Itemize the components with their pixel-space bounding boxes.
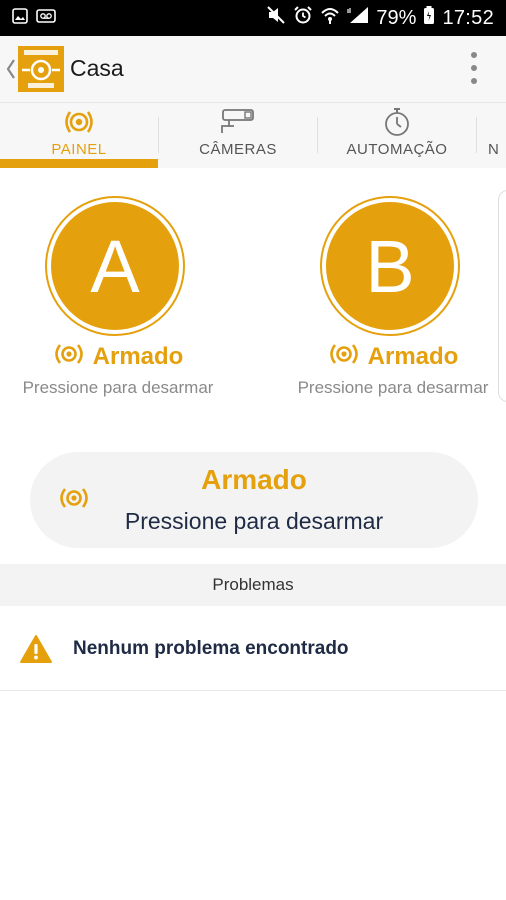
partition-letter: B [326, 202, 454, 330]
partition-a[interactable]: A Armado Pressione para desarmar [0, 196, 238, 406]
tab-label: AUTOMAÇÃO [346, 141, 448, 158]
global-hint-text: Pressione para desarmar [124, 508, 384, 534]
problems-header: Problemas [0, 564, 506, 606]
alarm-clock-icon [293, 5, 313, 31]
partition-status-text: Armado [367, 342, 459, 370]
partition-status-text: Armado [92, 342, 184, 370]
next-partition-card-edge[interactable] [498, 190, 506, 402]
partition-b-button[interactable]: B [320, 196, 460, 336]
clock: 17:52 [442, 6, 494, 29]
app-logo-icon [18, 46, 64, 92]
partition-hint: Pressione para desarmar [297, 378, 489, 397]
alarm-icon [62, 107, 96, 137]
overflow-menu-icon[interactable] [470, 52, 478, 84]
signal-icon [347, 5, 369, 31]
active-tab-indicator [0, 159, 158, 168]
tab-automacao[interactable]: AUTOMAÇÃO [318, 103, 476, 169]
partition-a-button[interactable]: A [45, 196, 185, 336]
battery-percentage: 79% [376, 6, 417, 29]
tab-cameras[interactable]: CÂMERAS [159, 103, 317, 169]
mute-icon [266, 5, 286, 31]
tab-label: N [488, 141, 500, 158]
status-bar: 79% 17:52 [0, 0, 506, 36]
partition-hint: Pressione para desarmar [22, 378, 214, 397]
page-title: Casa [70, 55, 124, 81]
tab-partial[interactable]: N [488, 103, 506, 169]
partition-status: Armado [0, 342, 238, 371]
problem-list-item[interactable]: Nenhum problema encontrado [0, 606, 506, 691]
app-bar: Casa [0, 36, 506, 102]
tab-divider [476, 117, 477, 153]
back-arrow-icon[interactable] [5, 54, 17, 84]
tab-label: PAINEL [51, 141, 107, 158]
warning-icon [19, 634, 53, 669]
camera-icon [219, 107, 257, 137]
tab-label: CÂMERAS [199, 141, 277, 158]
partition-b[interactable]: B Armado Pressione para desarmar [273, 196, 506, 406]
armed-icon [328, 342, 360, 371]
wifi-icon [320, 5, 340, 31]
partition-letter: A [51, 202, 179, 330]
voicemail-notification-icon [36, 8, 56, 29]
timer-icon [382, 107, 412, 137]
problem-text: Nenhum problema encontrado [73, 638, 349, 659]
armed-icon [53, 342, 85, 371]
global-status-text: Armado [201, 464, 307, 495]
global-arm-button[interactable]: Armado Pressione para desarmar [30, 452, 478, 548]
battery-icon [423, 5, 435, 31]
gallery-notification-icon [12, 7, 28, 29]
partition-status: Armado [273, 342, 506, 371]
